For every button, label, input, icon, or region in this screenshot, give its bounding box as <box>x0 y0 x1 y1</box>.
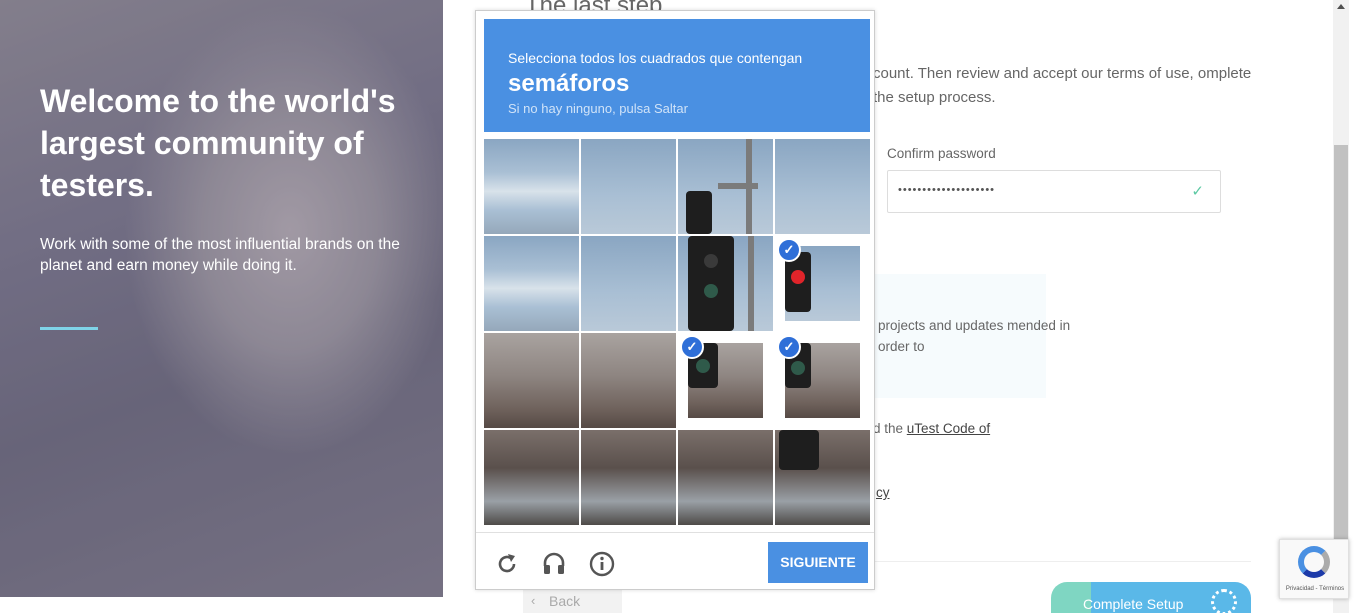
hero-subtitle: Work with some of the most influential b… <box>40 236 400 274</box>
code-of-conduct-link[interactable]: uTest Code of <box>907 421 990 436</box>
recaptcha-badge[interactable]: Privacidad - Términos <box>1279 539 1349 599</box>
valid-check-icon: ✓ <box>1191 183 1204 200</box>
audio-icon[interactable] <box>541 551 567 577</box>
captcha-tile[interactable] <box>484 139 579 234</box>
captcha-tile[interactable] <box>775 139 870 234</box>
recaptcha-badge-text[interactable]: Privacidad - Términos <box>1280 586 1350 592</box>
scroll-thumb[interactable] <box>1334 145 1348 540</box>
hero-title: Welcome to the world's largest community… <box>40 83 396 203</box>
confirm-password-label: Confirm password <box>887 146 996 161</box>
loading-spinner-icon <box>1211 589 1237 613</box>
captcha-footer-divider <box>476 532 874 533</box>
confirm-password-value: •••••••••••••••••••• <box>898 184 996 196</box>
next-button[interactable]: SIGUIENTE <box>768 542 868 583</box>
selected-check-icon: ✓ <box>777 335 801 359</box>
captcha-tile[interactable] <box>678 139 773 234</box>
captcha-instruction: Selecciona todos los cuadrados que conte… <box>508 50 803 66</box>
captcha-tile-selected[interactable]: ✓ <box>775 236 870 331</box>
confirm-password-field[interactable]: •••••••••••••••••••• ✓ <box>887 170 1221 213</box>
code-of-conduct-text: d the uTest Code of <box>873 421 990 436</box>
captcha-tile[interactable] <box>581 430 676 525</box>
scroll-up-icon[interactable] <box>1337 4 1345 9</box>
complete-setup-label: Complete Setup <box>1083 596 1184 612</box>
page-scrollbar[interactable] <box>1333 0 1349 613</box>
captcha-tile[interactable] <box>484 430 579 525</box>
captcha-tile[interactable] <box>678 430 773 525</box>
complete-setup-button[interactable]: Complete Setup <box>1051 582 1251 613</box>
back-button[interactable]: ‹ Back <box>523 590 622 613</box>
captcha-tile[interactable] <box>581 236 676 331</box>
code-prefix: d the <box>873 421 904 436</box>
captcha-grid: ✓ ✓ ✓ <box>484 139 870 525</box>
captcha-tile-selected[interactable]: ✓ <box>678 333 773 428</box>
captcha-challenge: Selecciona todos los cuadrados que conte… <box>475 10 875 590</box>
selected-check-icon: ✓ <box>680 335 704 359</box>
back-label: Back <box>549 593 581 609</box>
hero-accent-rule <box>40 327 98 330</box>
newsletter-text: projects and updates mended in order to <box>878 318 1071 354</box>
captcha-object: semáforos <box>508 70 630 97</box>
privacy-link[interactable]: cy <box>876 485 890 500</box>
page: Welcome to the world's largest community… <box>0 0 1366 613</box>
hero-panel: Welcome to the world's largest community… <box>0 0 443 597</box>
captcha-tile[interactable] <box>775 430 870 525</box>
info-icon[interactable] <box>589 551 615 577</box>
captcha-hint: Si no hay ninguno, pulsa Saltar <box>508 101 688 116</box>
captcha-tile[interactable] <box>484 333 579 428</box>
captcha-tile[interactable] <box>581 139 676 234</box>
captcha-tile[interactable] <box>484 236 579 331</box>
reload-icon[interactable] <box>494 551 520 577</box>
form-description: count. Then review and accept our terms … <box>873 65 1252 106</box>
recaptcha-logo-icon <box>1298 546 1330 578</box>
captcha-header: Selecciona todos los cuadrados que conte… <box>484 19 870 132</box>
selected-check-icon: ✓ <box>777 238 801 262</box>
captcha-tile[interactable] <box>581 333 676 428</box>
chevron-left-icon: ‹ <box>531 593 536 608</box>
captcha-tile[interactable] <box>678 236 773 331</box>
captcha-tile-selected[interactable]: ✓ <box>775 333 870 428</box>
right-gutter <box>1349 0 1366 613</box>
